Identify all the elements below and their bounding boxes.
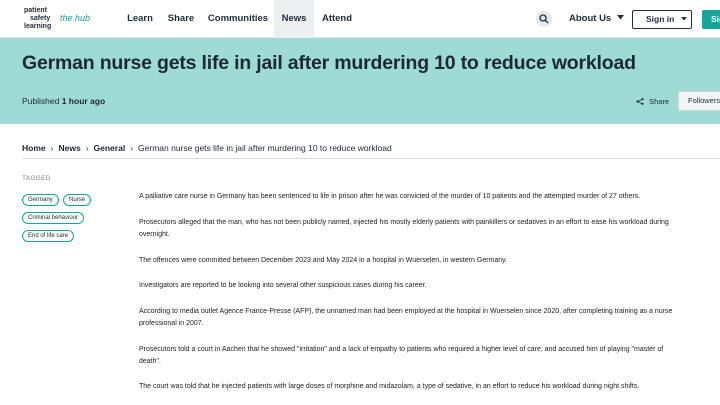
chevron-right-icon: › xyxy=(50,143,54,153)
site-logo[interactable]: patient safety learning the hub xyxy=(24,7,104,33)
search-icon xyxy=(539,14,549,24)
search-button[interactable] xyxy=(536,11,552,27)
article-hero xyxy=(0,38,720,124)
article-paragraph: Prosecutors told a court in Aachen that … xyxy=(139,344,663,367)
article-paragraph: Investigators are reported to be looking… xyxy=(139,280,427,292)
nav-attend[interactable]: Attend xyxy=(316,0,358,38)
paragraph-line: The court was told that he injected pati… xyxy=(139,383,640,390)
article-paragraph: The court was told that he injected pati… xyxy=(139,381,639,393)
about-us-label: About Us xyxy=(569,13,612,24)
breadcrumb-current: German nurse gets life in jail after mur… xyxy=(138,143,392,153)
chevron-right-icon: › xyxy=(130,143,134,153)
logo-line-3: learning xyxy=(24,23,52,30)
paragraph-line: Prosecutors told a court in Aachen that … xyxy=(139,346,664,353)
paragraph-line: According to media outlet Agence France-… xyxy=(139,308,673,315)
paragraph-line: death". xyxy=(139,357,161,365)
paragraph-line: professional in 2007. xyxy=(139,319,204,327)
logo-line-2: safety xyxy=(30,15,51,22)
paragraph-line: A palliative care nurse in Germany has b… xyxy=(139,193,641,200)
share-button[interactable]: Share xyxy=(636,97,669,106)
paragraph-line: overnight. xyxy=(139,230,170,238)
sign-in-button[interactable]: Sign in xyxy=(632,10,692,29)
tag-criminal-behaviour[interactable]: Criminal behaviour xyxy=(22,212,85,224)
published-time: 1 hour ago xyxy=(61,96,106,106)
article-paragraph: Prosecutors alleged that the man, who ha… xyxy=(139,217,669,240)
published-info: Published 1 hour ago xyxy=(22,96,105,106)
chevron-right-icon: › xyxy=(85,143,89,153)
logo-hub-text: the hub xyxy=(60,13,91,23)
about-us-menu[interactable]: About Us xyxy=(569,0,624,38)
published-prefix: Published xyxy=(22,96,60,106)
share-label: Share xyxy=(649,97,670,106)
paragraph-line: Prosecutors alleged that the man, who ha… xyxy=(139,219,669,226)
tag-end-of-life-care[interactable]: End of life care xyxy=(22,230,75,242)
breadcrumb: Home › News › General › German nurse gets life… xyxy=(22,143,392,153)
sign-up-button[interactable]: Sign up xyxy=(702,10,720,29)
tag-nurse[interactable]: Nurse xyxy=(63,194,92,206)
breadcrumb-general[interactable]: General xyxy=(94,143,126,153)
sign-in-label: Sign in xyxy=(646,14,675,24)
top-navigation: patient safety learning the hub Learn Sh… xyxy=(0,0,720,38)
breadcrumb-home[interactable]: Home xyxy=(22,143,46,153)
paragraph-line: The offences were committed between Dece… xyxy=(139,257,508,264)
followers-button[interactable]: Followers xyxy=(678,91,720,111)
tagged-label: TAGGED xyxy=(22,175,51,182)
share-icon xyxy=(636,98,644,105)
logo-wordmark: patient safety learning xyxy=(24,7,51,31)
paragraph-line: Investigators are reported to be looking… xyxy=(139,282,427,289)
article-paragraph: The offences were committed between Dece… xyxy=(139,255,507,267)
article-paragraph: A palliative care nurse in Germany has b… xyxy=(139,191,640,203)
nav-share[interactable]: Share xyxy=(162,0,200,38)
nav-news[interactable]: News xyxy=(274,0,314,38)
logo-line-1: patient xyxy=(24,7,47,14)
article-paragraph: According to media outlet Agence France-… xyxy=(139,306,672,329)
nav-learn[interactable]: Learn xyxy=(120,0,160,38)
tag-germany[interactable]: Germany xyxy=(22,194,59,206)
chevron-down-icon xyxy=(616,15,624,20)
breadcrumb-news[interactable]: News xyxy=(58,143,80,153)
article-title: German nurse gets life in jail after mur… xyxy=(22,52,636,74)
chevron-down-icon xyxy=(680,17,687,21)
nav-communities[interactable]: Communities xyxy=(204,0,272,38)
